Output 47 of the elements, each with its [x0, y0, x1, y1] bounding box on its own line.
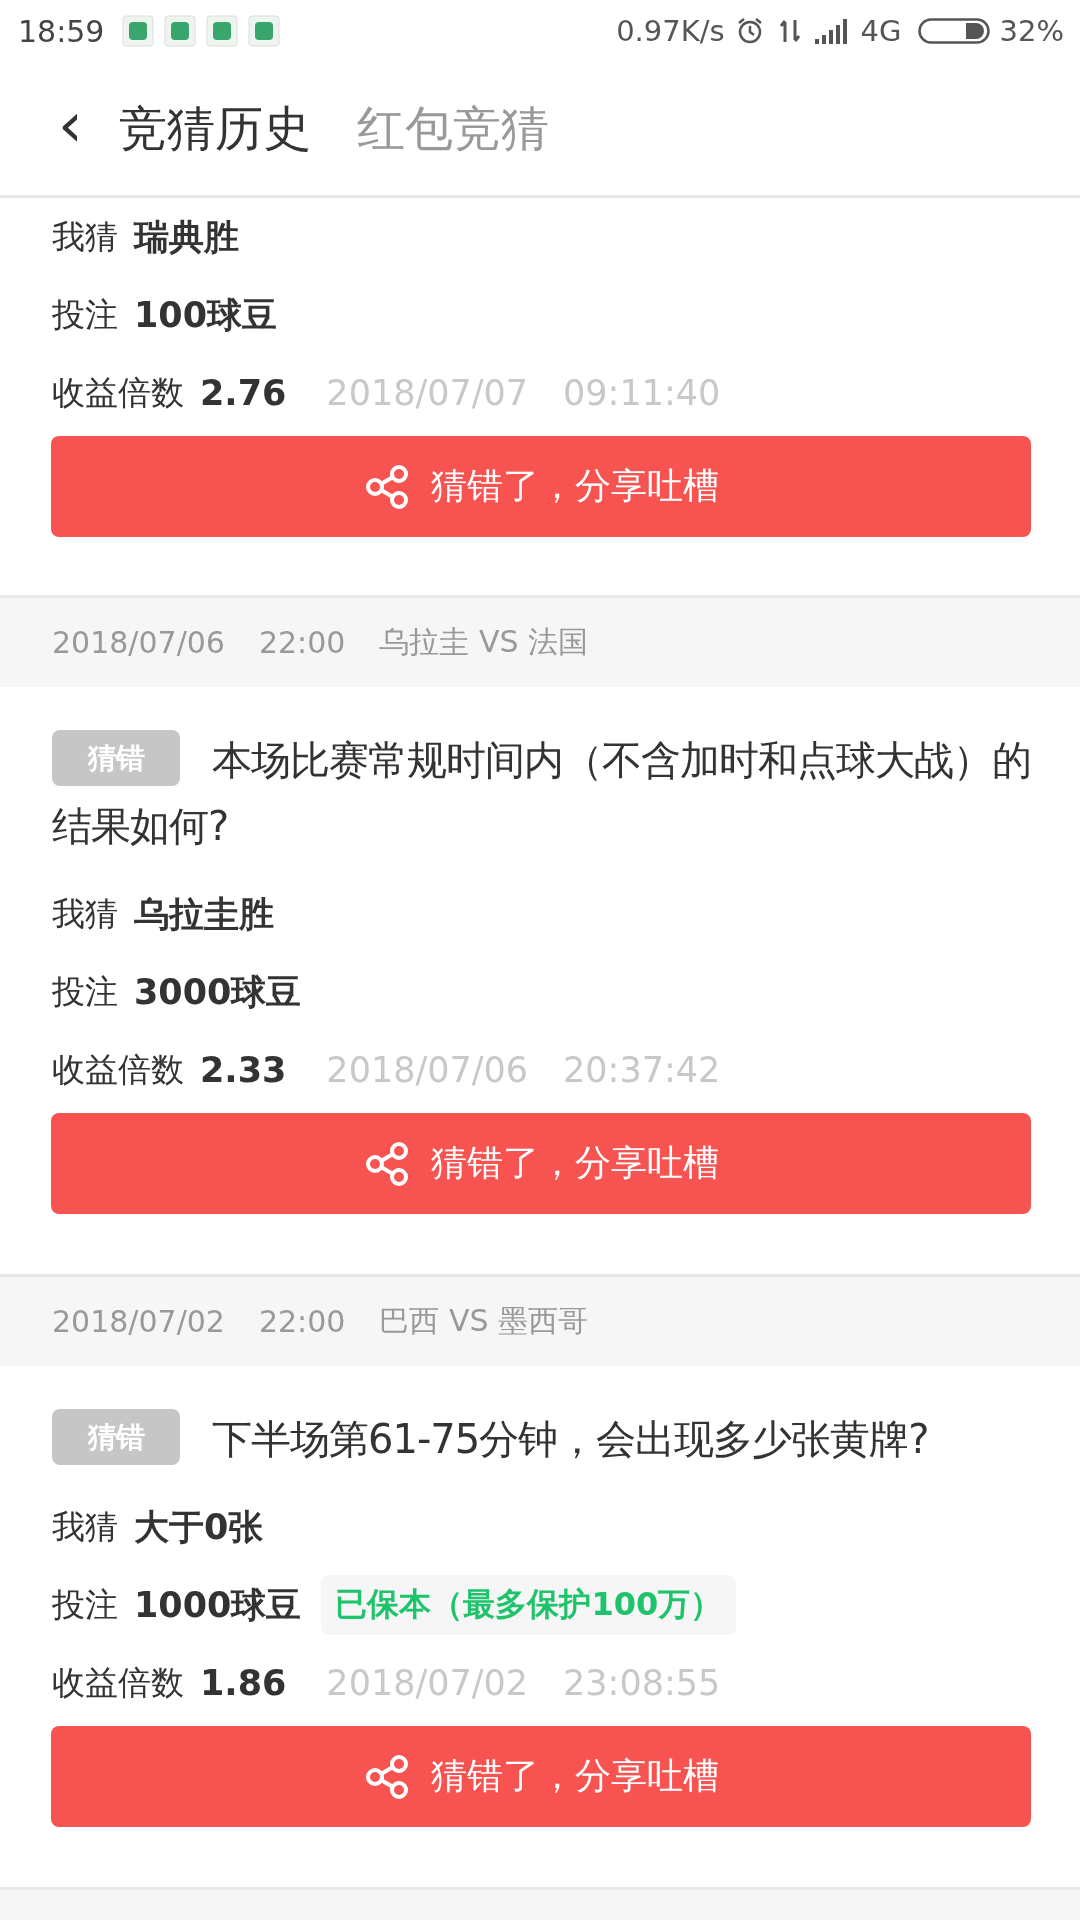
match-time: 22:00 [258, 625, 346, 660]
protection-badge: 已保本（最多保护100万） [321, 1575, 737, 1635]
guess-label: 我猜 [52, 1505, 118, 1548]
odds-label: 收益倍数 [52, 371, 184, 414]
odds-value: 2.33 [200, 1050, 287, 1090]
odds-label: 收益倍数 [52, 1661, 184, 1704]
stake-label: 投注 [52, 1583, 118, 1626]
odds-value: 1.86 [200, 1663, 287, 1703]
match-time: 22:00 [258, 1304, 346, 1339]
stake-value: 3000球豆 [134, 970, 302, 1014]
odds-value: 2.76 [200, 373, 287, 413]
odds-label: 收益倍数 [52, 1048, 184, 1091]
guess-value: 大于0张 [134, 1505, 264, 1549]
share-button[interactable]: 猜错了，分享吐槽 [51, 1726, 1031, 1827]
stake-label: 投注 [52, 293, 118, 336]
question-text: 猜错 下半场第61-75分钟，会出现多少张黄牌? [0, 1406, 1080, 1472]
network-speed: 0.97K/s [616, 14, 725, 48]
result-tag: 猜错 [52, 1409, 180, 1465]
back-button[interactable]: ‹ [58, 93, 83, 164]
result-tag: 猜错 [52, 730, 180, 786]
match-date: 2018/07/02 [52, 1304, 225, 1339]
app-notification-icon [122, 15, 155, 47]
share-icon [363, 1752, 411, 1801]
header-tab[interactable]: 红包竞猜 [356, 96, 549, 161]
guess-label: 我猜 [52, 892, 118, 935]
status-time: 18:59 [18, 13, 105, 49]
network-type: 4G [860, 14, 902, 48]
stake-value: 1000球豆 [134, 1583, 302, 1627]
app-notification-icon [206, 15, 239, 47]
match-teams: 巴西 VS 墨西哥 [379, 1302, 589, 1340]
guess-value: 乌拉圭胜 [134, 892, 274, 936]
match-date: 2018/07/06 [52, 625, 225, 660]
share-button[interactable]: 猜错了，分享吐槽 [51, 436, 1031, 537]
guess-value: 瑞典胜 [134, 215, 239, 259]
stake-value: 100球豆 [134, 293, 278, 337]
battery-icon [917, 18, 990, 44]
match-teams: 乌拉圭 VS 法国 [379, 623, 589, 661]
app-notification-icon [164, 15, 197, 47]
share-button[interactable]: 猜错了，分享吐槽 [51, 1113, 1031, 1214]
app-notification-icon [248, 15, 281, 47]
share-icon [363, 462, 411, 511]
battery-level: 32% [999, 14, 1064, 48]
share-icon [363, 1139, 411, 1188]
stake-label: 投注 [52, 970, 118, 1013]
header-tab[interactable]: 竞猜历史 [118, 96, 311, 161]
guess-label: 我猜 [52, 215, 118, 258]
question-text: 猜错 本场比赛常规时间内（不含加时和点球大战）的结果如何? [0, 727, 1080, 859]
